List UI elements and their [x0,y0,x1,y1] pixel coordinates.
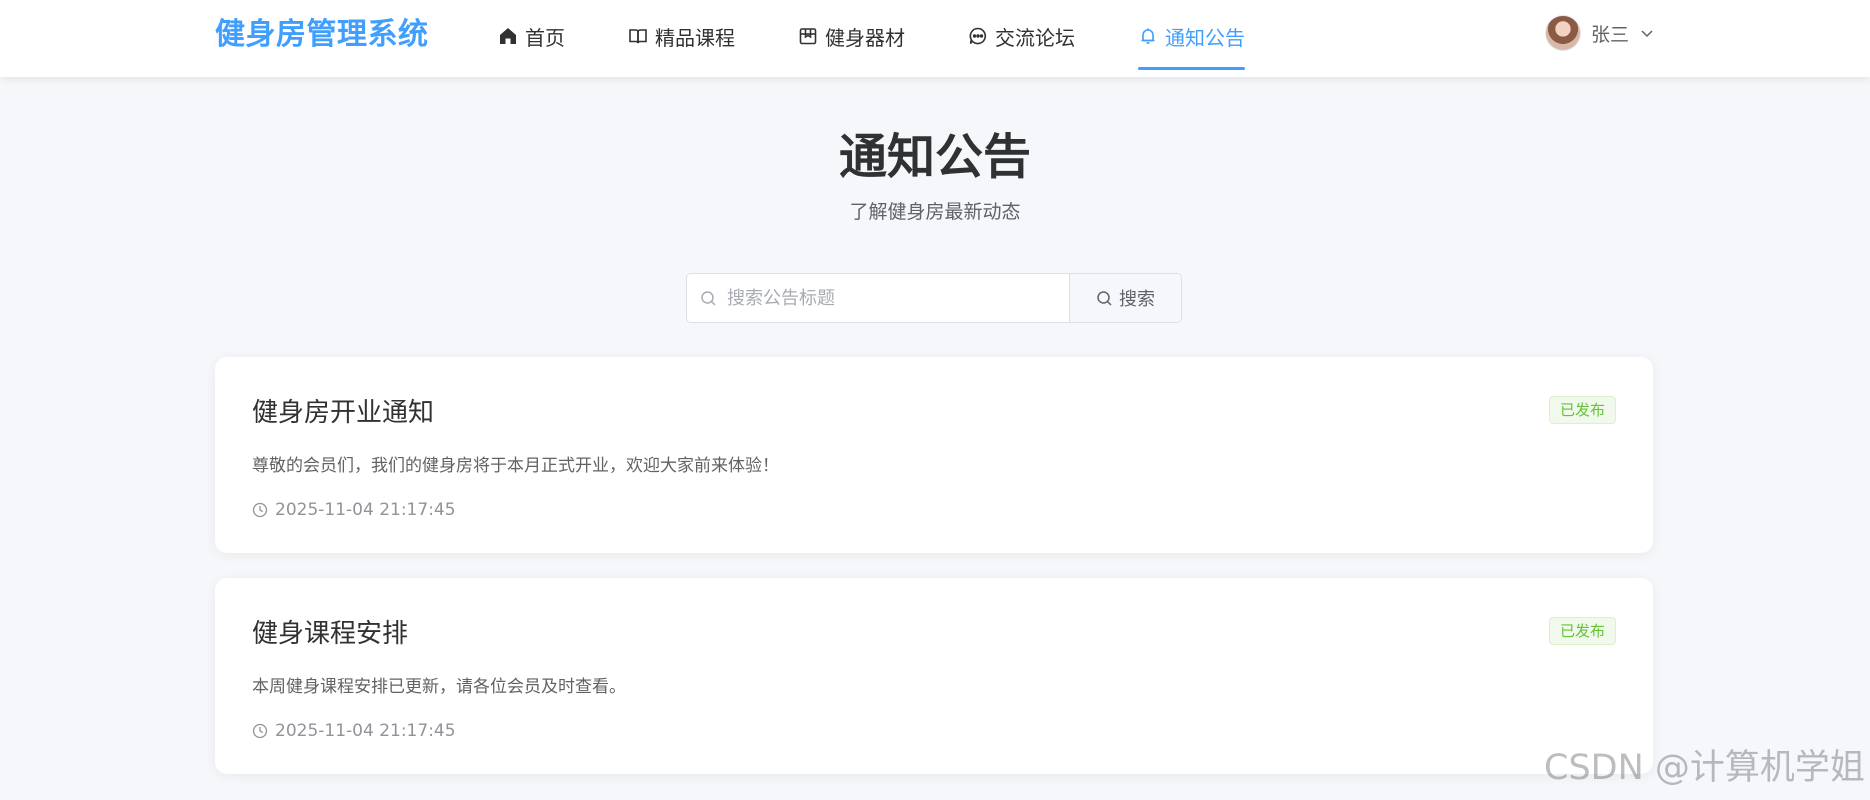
search-button[interactable]: 搜索 [1069,274,1181,322]
notice-time-text: 2025-11-04 21:17:45 [275,500,456,520]
notice-time-text: 2025-11-04 21:17:45 [275,721,456,741]
page-subtitle: 了解健身房最新动态 [849,201,1021,223]
nav-item-home[interactable]: 首页 [498,18,565,54]
search-bar: 搜索 [686,273,1182,323]
avatar[interactable] [1545,15,1581,51]
status-badge: 已发布 [1548,396,1616,424]
search-button-label: 搜索 [1119,289,1155,310]
notice-time: 2025-11-04 21:17:45 [252,497,456,523]
user-name[interactable]: 张三 [1591,20,1629,47]
search-input[interactable] [727,274,1069,322]
user-menu[interactable]: 张三 [1545,14,1655,52]
notice-card[interactable]: 健身房开业通知 已发布 尊敬的会员们，我们的健身房将于本月正式开业，欢迎大家前来… [215,357,1653,553]
clock-icon [252,502,268,518]
book-icon [629,29,647,44]
nav-item-label: 通知公告 [1165,25,1245,50]
notice-title[interactable]: 健身课程安排 [252,616,408,652]
watermark: CSDN @计算机学姐 [1544,748,1865,788]
clock-icon [252,723,268,739]
notice-card[interactable]: 健身课程安排 已发布 本周健身课程安排已更新，请各位会员及时查看。 2025-1… [215,578,1653,774]
bell-icon [1141,28,1155,44]
search-icon [701,290,716,306]
nav-item-notices[interactable]: 通知公告 [1138,18,1245,70]
search-icon [1097,290,1112,306]
top-navbar: 健身房管理系统 首页 精品课程 健身器材 交流论坛 通知公告 张三 [0,0,1870,77]
home-icon [500,28,516,44]
nav-item-label: 首页 [525,25,565,50]
nav-item-label: 交流论坛 [995,25,1075,50]
notice-time: 2025-11-04 21:17:45 [252,718,456,744]
chevron-down-icon[interactable] [1639,25,1655,41]
search-box [687,274,1069,322]
notice-content: 本周健身课程安排已更新，请各位会员及时查看。 [252,677,626,697]
notice-title[interactable]: 健身房开业通知 [252,395,434,431]
nav-item-label: 健身器材 [825,25,905,50]
page-title: 通知公告 [838,129,1031,185]
app-logo[interactable]: 健身房管理系统 [215,15,429,55]
nav-item-equipment[interactable]: 健身器材 [798,18,905,54]
nav-item-forum[interactable]: 交流论坛 [968,18,1075,54]
nav-item-label: 精品课程 [655,25,735,50]
chat-icon [969,27,987,45]
notice-content: 尊敬的会员们，我们的健身房将于本月正式开业，欢迎大家前来体验！ [252,456,779,476]
nav-item-courses[interactable]: 精品课程 [628,18,735,54]
box-icon [799,28,817,45]
status-badge: 已发布 [1548,617,1616,645]
